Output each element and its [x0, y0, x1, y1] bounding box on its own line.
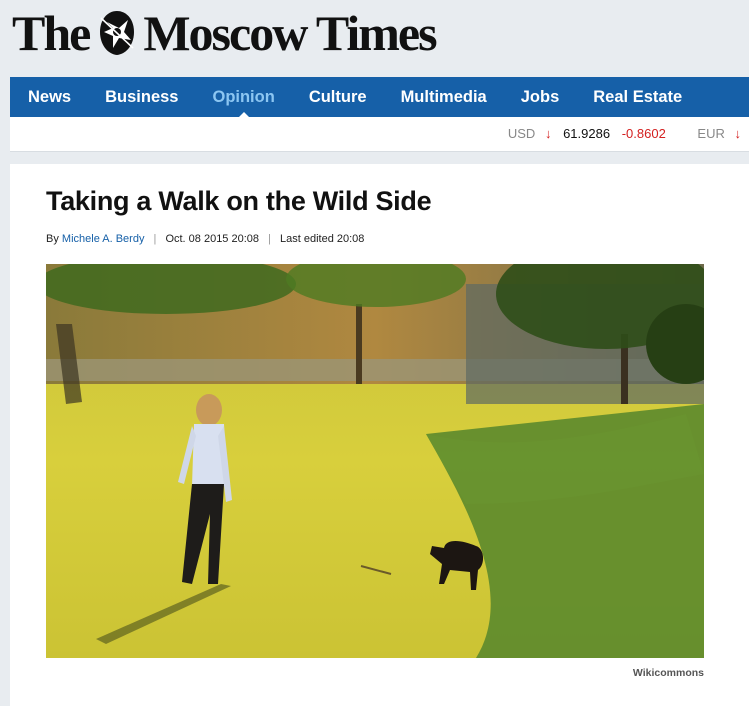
- nav-item-news[interactable]: News: [10, 77, 88, 117]
- site-logo[interactable]: The Moscow Times: [12, 4, 438, 62]
- currency-ticker-bar: USD ↓ 61.9286 -0.8602 EUR ↓: [10, 117, 749, 152]
- eur-code: EUR: [697, 126, 725, 141]
- article-card: Taking a Walk on the Wild Side By Michel…: [10, 164, 749, 706]
- article-byline: By Michele A. Berdy | Oct. 08 2015 20:08…: [46, 233, 364, 245]
- logo-text-moscow-times: Moscow Times: [143, 5, 437, 61]
- masthead: The Moscow Times: [10, 0, 749, 76]
- nav-item-culture[interactable]: Culture: [292, 77, 384, 117]
- byline-separator: |: [268, 233, 271, 245]
- nav-item-multimedia[interactable]: Multimedia: [384, 77, 504, 117]
- usd-change: -0.8602: [621, 126, 666, 141]
- photo-credit: Wikicommons: [632, 667, 704, 679]
- article-headline: Taking a Walk on the Wild Side: [46, 186, 432, 216]
- nav-item-opinion[interactable]: Opinion: [195, 77, 291, 118]
- logo-text-the: The: [12, 5, 91, 61]
- currency-ticker: USD ↓ 61.9286 -0.8602 EUR ↓: [508, 117, 749, 151]
- publish-date: Oct. 08 2015 20:08: [165, 233, 260, 245]
- st-george-emblem-icon: [100, 11, 135, 55]
- eur-down-arrow-icon: ↓: [734, 126, 742, 141]
- article-photo: [46, 264, 704, 658]
- usd-down-arrow-icon: ↓: [544, 126, 552, 141]
- nav-item-jobs[interactable]: Jobs: [504, 77, 577, 117]
- nav-item-business[interactable]: Business: [88, 77, 195, 117]
- last-edited: Last edited 20:08: [280, 233, 365, 245]
- author-link[interactable]: Michele A. Berdy: [62, 233, 145, 245]
- byline-separator: |: [153, 233, 157, 245]
- main-navigation: News Business Opinion Culture Multimedia…: [10, 77, 749, 118]
- usd-code: USD: [507, 126, 536, 141]
- nav-item-real-estate[interactable]: Real Estate: [576, 77, 699, 117]
- usd-rate: 61.9286: [563, 126, 611, 141]
- byline-prefix: By: [46, 233, 59, 245]
